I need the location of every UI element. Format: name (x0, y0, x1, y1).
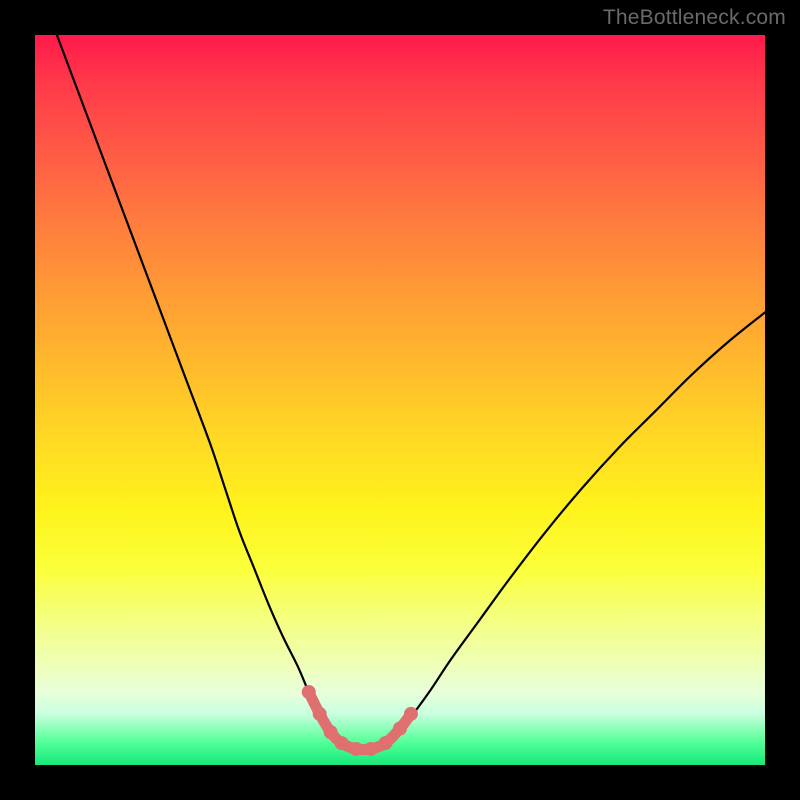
plot-area (35, 35, 765, 765)
trough-highlight-dot (393, 722, 407, 736)
trough-highlight-dot (378, 736, 392, 750)
chart-svg (35, 35, 765, 765)
trough-highlight-dot (324, 725, 338, 739)
trough-highlight-dot (335, 736, 349, 750)
trough-highlight-dot (364, 742, 378, 756)
trough-highlight-curve (309, 692, 411, 750)
bottleneck-curve (57, 35, 765, 750)
trough-highlight-dot (313, 707, 327, 721)
trough-highlight-dot (302, 685, 316, 699)
chart-frame: TheBottleneck.com (0, 0, 800, 800)
trough-highlight-dot (404, 707, 418, 721)
trough-highlight-dot (349, 742, 363, 756)
watermark-label: TheBottleneck.com (603, 6, 786, 30)
